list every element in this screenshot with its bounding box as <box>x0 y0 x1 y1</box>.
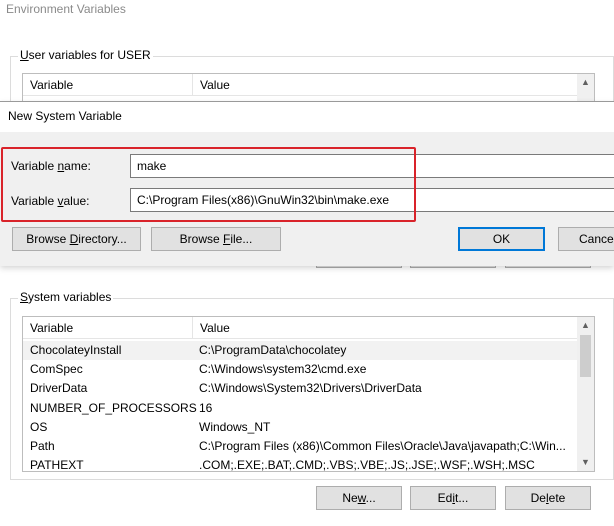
system-variables-list[interactable]: Variable Value ChocolateyInstall C:\Prog… <box>22 316 595 472</box>
table-row[interactable]: PATHEXT .COM;.EXE;.BAT;.CMD;.VBS;.VBE;.J… <box>23 456 577 471</box>
column-header-value[interactable]: Value <box>193 317 230 339</box>
table-row[interactable]: DriverData C:\Windows\System32\Drivers\D… <box>23 379 577 398</box>
window-title: Environment Variables <box>6 2 126 16</box>
edit-button[interactable]: Edit... <box>410 486 496 510</box>
cancel-button[interactable]: Cancel <box>558 227 614 251</box>
scroll-down-icon[interactable]: ▼ <box>577 454 594 471</box>
variable-name-label: Variable name: <box>11 159 91 173</box>
scroll-up-icon[interactable]: ▲ <box>577 317 594 334</box>
dialog-title: New System Variable <box>8 109 122 123</box>
ok-button[interactable]: OK <box>458 227 545 251</box>
new-button[interactable]: New... <box>316 486 402 510</box>
column-header-value[interactable]: Value <box>193 74 230 96</box>
table-row[interactable]: ComSpec C:\Windows\system32\cmd.exe <box>23 360 577 379</box>
table-row[interactable]: Path C:\Program Files (x86)\Common Files… <box>23 437 577 456</box>
system-list-scrollbar[interactable]: ▲ ▼ <box>577 317 594 471</box>
variable-value-label: Variable value: <box>11 194 90 208</box>
list-header: Variable Value <box>23 317 577 339</box>
scroll-up-icon[interactable]: ▲ <box>577 74 594 91</box>
variable-value-input[interactable]: C:\Program Files(x86)\GnuWin32\bin\make.… <box>130 188 614 212</box>
table-row[interactable]: OS Windows_NT <box>23 418 577 437</box>
system-variables-label: System variables <box>18 290 114 304</box>
variable-name-input[interactable]: make <box>130 154 614 178</box>
browse-file-button[interactable]: Browse File... <box>151 227 281 251</box>
user-variables-label: User variables for USER <box>18 48 153 62</box>
delete-button[interactable]: Delete <box>505 486 591 510</box>
list-header: Variable Value <box>23 74 577 96</box>
table-row[interactable]: ChocolateyInstall C:\ProgramData\chocola… <box>23 341 577 360</box>
table-row[interactable]: NUMBER_OF_PROCESSORS 16 <box>23 399 577 418</box>
column-header-variable[interactable]: Variable <box>23 317 73 339</box>
column-header-variable[interactable]: Variable <box>23 74 73 96</box>
new-system-variable-dialog: New System Variable Variable name: make … <box>0 101 614 266</box>
dialog-body: Variable name: make Variable value: C:\P… <box>0 132 614 266</box>
browse-directory-button[interactable]: Browse Directory... <box>12 227 141 251</box>
scrollbar-thumb[interactable] <box>580 335 591 377</box>
